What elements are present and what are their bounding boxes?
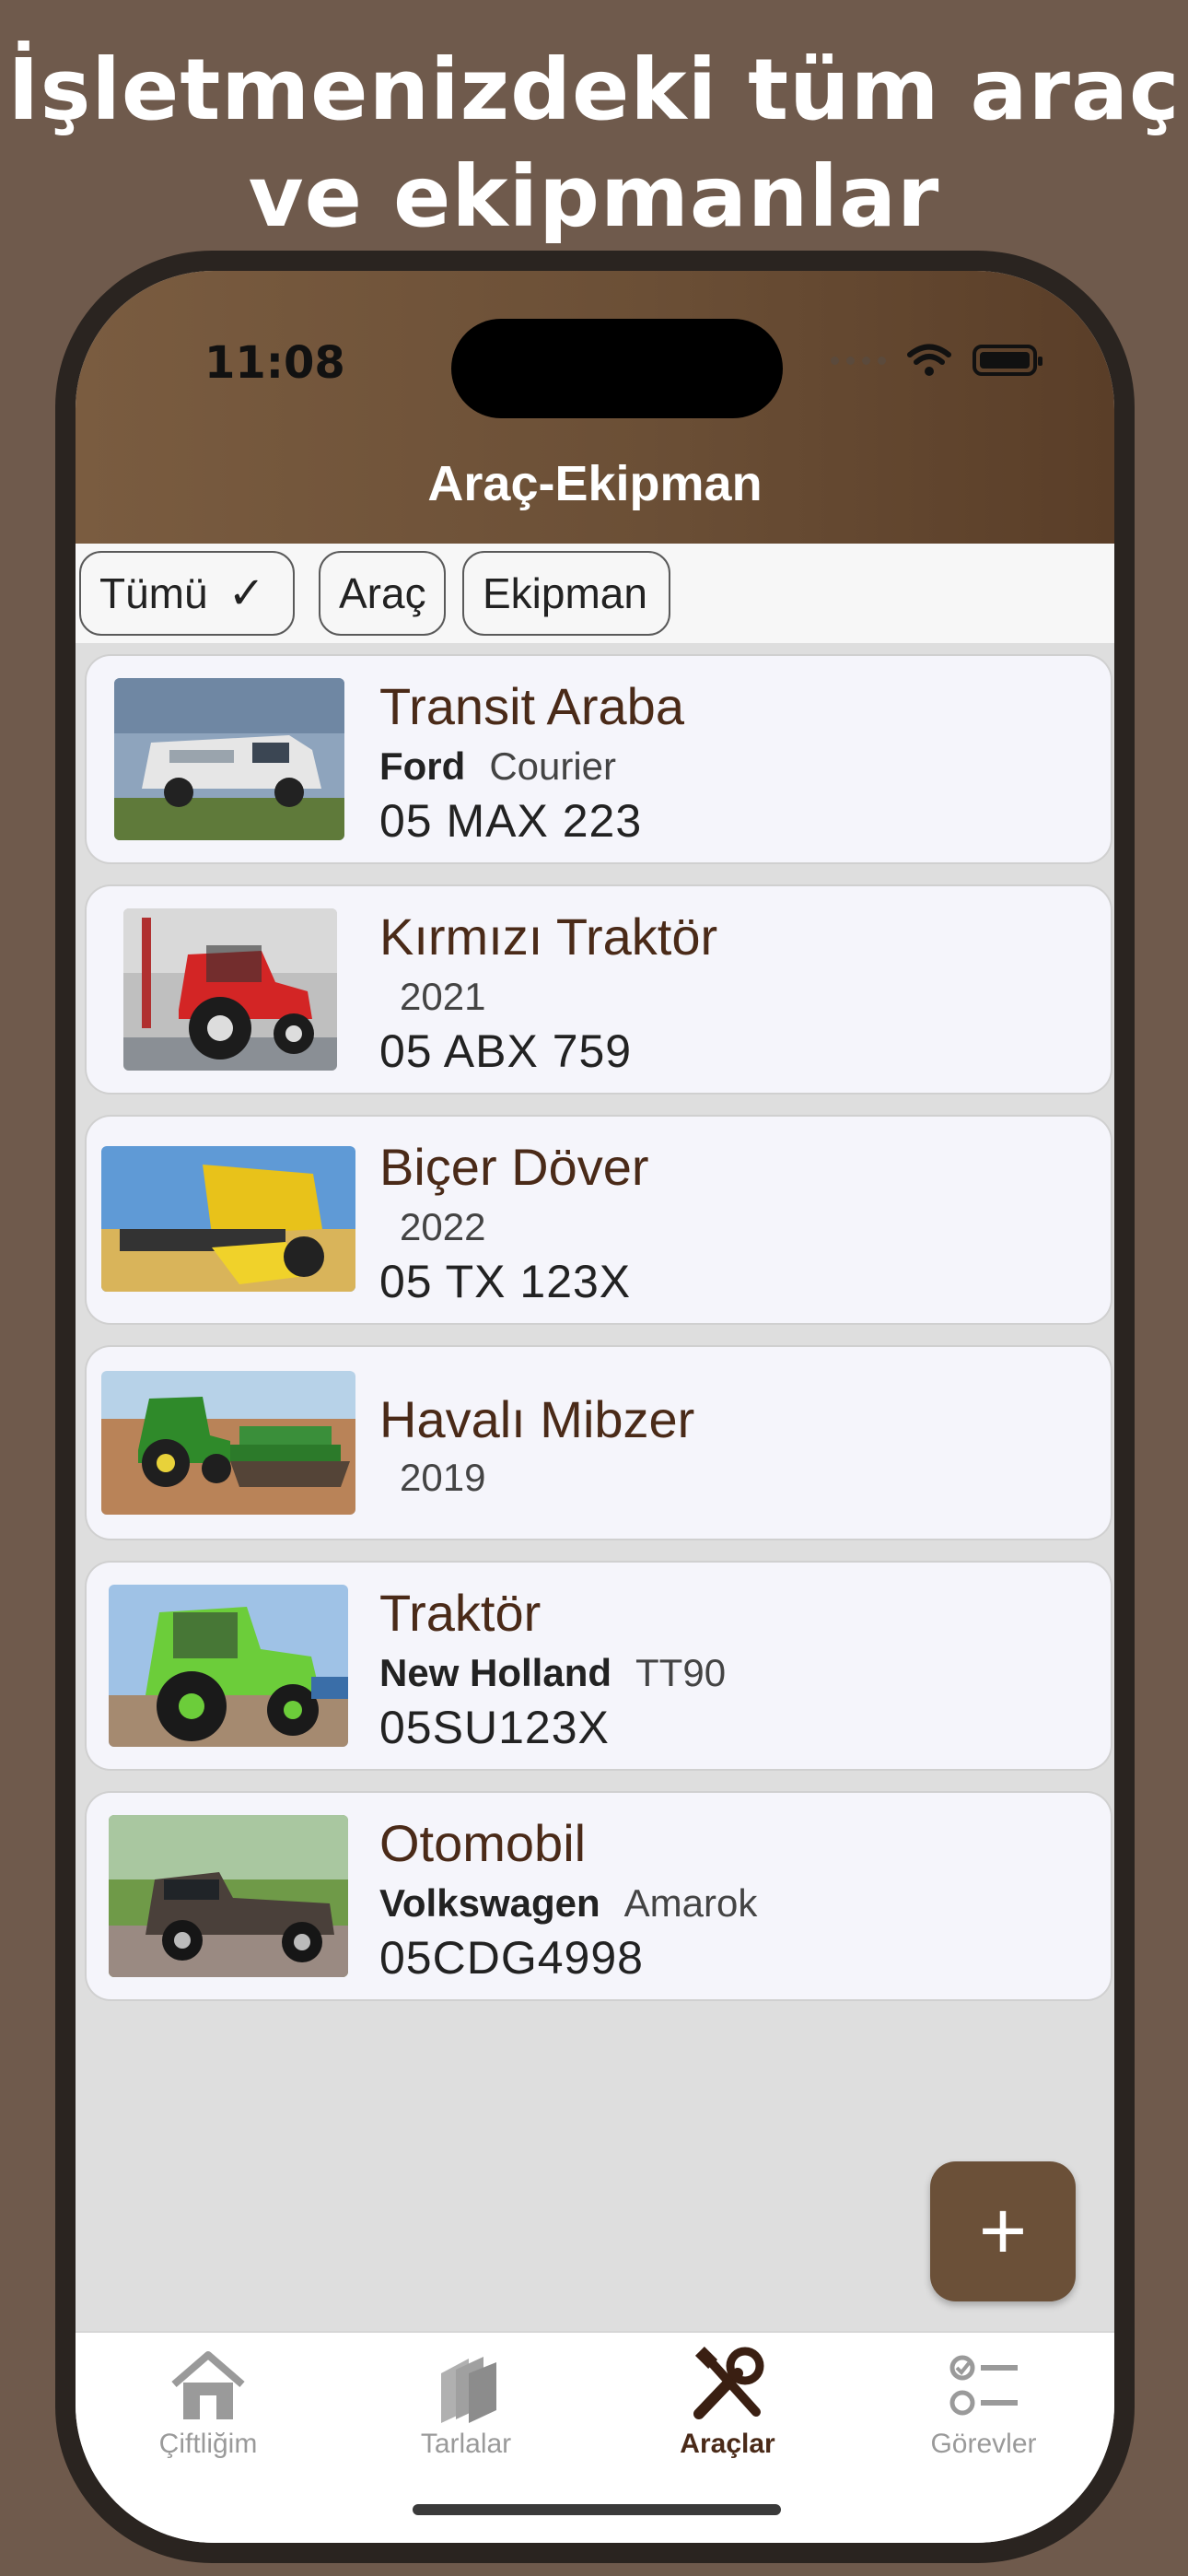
item-model: Amarok [623, 1881, 758, 1925]
item-subtitle: New Holland TT90 [379, 1651, 726, 1695]
item-subtitle: 2019 [379, 1456, 485, 1500]
item-model: TT90 [635, 1651, 727, 1694]
item-title: Otomobil [379, 1814, 587, 1872]
page-title: Araç-Ekipman [427, 456, 763, 511]
filter-bar: Tümü ✓ Araç Ekipman [76, 544, 1114, 643]
tools-icon [693, 2346, 764, 2419]
tab-label: Araçlar [680, 2429, 775, 2459]
filter-chip-label: Ekipman [483, 569, 647, 617]
promo-headline: İşletmenizdeki tüm araç ve ekipmanlar [0, 37, 1188, 251]
item-plate: 05 TX 123X [379, 1256, 632, 1307]
item-title: Traktör [379, 1584, 542, 1642]
vehicle-photo [109, 1585, 348, 1747]
item-year: 2019 [400, 1456, 486, 1499]
plus-icon: + [978, 2184, 1028, 2277]
tab-fields[interactable]: Tarlalar [355, 2346, 577, 2460]
item-title: Biçer Döver [379, 1138, 649, 1196]
equipment-list: Transit Araba Ford Courier 05 MAX 223 Kı… [87, 656, 1111, 2023]
status-icons [831, 343, 1042, 378]
item-title: Kırmızı Traktör [379, 907, 718, 966]
list-item[interactable]: Otomobil Volkswagen Amarok 05CDG4998 [87, 1793, 1111, 1999]
battery-icon [973, 345, 1042, 376]
list-item[interactable]: Traktör New Holland TT90 05SU123X [87, 1563, 1111, 1769]
item-brand: Volkswagen [379, 1881, 600, 1925]
item-subtitle: 2022 [379, 1205, 485, 1249]
item-model: Courier [489, 744, 617, 788]
list-item[interactable]: Kırmızı Traktör 2021 05 ABX 759 [87, 886, 1111, 1093]
home-indicator[interactable] [413, 2504, 781, 2515]
tab-label: Tarlalar [420, 2429, 512, 2459]
wifi-icon [907, 344, 951, 376]
vehicle-photo [101, 1146, 355, 1292]
item-subtitle: Ford Courier [379, 744, 616, 789]
add-button[interactable]: + [930, 2161, 1076, 2301]
item-year: 2021 [400, 975, 486, 1018]
item-title: Havalı Mibzer [379, 1390, 695, 1448]
item-year: 2022 [400, 1205, 486, 1248]
tab-tasks[interactable]: Görevler [873, 2346, 1094, 2460]
vehicle-photo [123, 908, 337, 1071]
tab-label: Görevler [930, 2429, 1037, 2459]
fields-icon [441, 2357, 496, 2423]
tab-label: Çiftliğim [158, 2429, 258, 2459]
vehicle-photo [114, 678, 344, 840]
vehicle-photo [101, 1371, 355, 1515]
checklist-icon [949, 2355, 1018, 2416]
vehicle-photo [109, 1815, 348, 1977]
list-item[interactable]: Biçer Döver 2022 05 TX 123X [87, 1117, 1111, 1323]
phone-frame: 11:08 Araç-Ekipman Tümü ✓ Araç Ekipman T… [55, 251, 1135, 2563]
status-time: 11:08 [204, 337, 345, 389]
item-plate: 05 MAX 223 [379, 795, 643, 847]
filter-chip-label: Araç [339, 569, 426, 617]
tab-vehicles[interactable]: Araçlar [617, 2346, 838, 2460]
list-item[interactable]: Havalı Mibzer 2019 [87, 1347, 1111, 1539]
item-brand: Ford [379, 744, 466, 788]
promo-line-1: İşletmenizdeki tüm araç [7, 41, 1181, 139]
app-screen: 11:08 Araç-Ekipman Tümü ✓ Araç Ekipman T… [76, 271, 1114, 2543]
item-plate: 05CDG4998 [379, 1932, 644, 1984]
list-item[interactable]: Transit Araba Ford Courier 05 MAX 223 [87, 656, 1111, 862]
filter-chip-all[interactable]: Tümü ✓ [79, 551, 295, 636]
tab-farm[interactable]: Çiftliğim [98, 2346, 319, 2460]
item-subtitle: 2021 [379, 975, 485, 1019]
filter-chip-equipment[interactable]: Ekipman [462, 551, 670, 636]
filter-chip-label: Tümü [99, 569, 208, 617]
dynamic-island [451, 319, 783, 418]
item-title: Transit Araba [379, 677, 684, 735]
navigation-bar: 11:08 Araç-Ekipman [76, 271, 1114, 544]
cellular-signal-icon [831, 356, 886, 365]
home-icon [171, 2351, 245, 2419]
item-brand: New Holland [379, 1651, 612, 1694]
promo-line-2: ve ekipmanlar [248, 147, 940, 246]
checkmark-icon: ✓ [227, 569, 265, 618]
item-plate: 05 ABX 759 [379, 1025, 633, 1077]
item-subtitle: Volkswagen Amarok [379, 1881, 757, 1926]
item-plate: 05SU123X [379, 1702, 610, 1753]
filter-chip-vehicle[interactable]: Araç [319, 551, 446, 636]
